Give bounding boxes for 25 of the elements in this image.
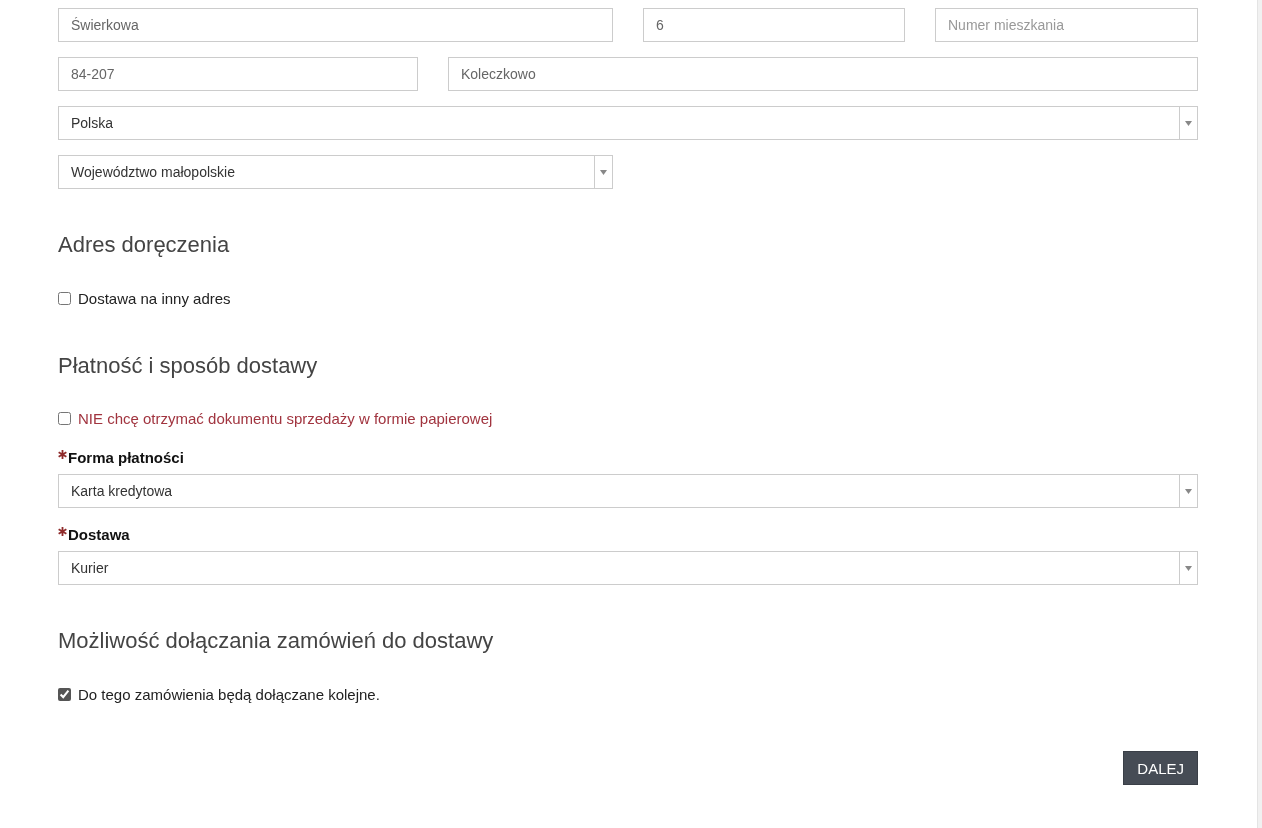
dropdown[interactable]: Województwo małopolskie <box>58 155 613 189</box>
dropdown[interactable]: Karta kredytowa <box>58 474 1198 508</box>
field-label: Forma płatności <box>68 448 184 466</box>
input-field[interactable]: Koleczkowo <box>448 57 1198 91</box>
checkbox[interactable] <box>58 687 71 701</box>
checkbox-label: Dostawa na inny adres <box>78 289 231 307</box>
caret-icon <box>1185 488 1192 494</box>
section-heading: Adres doręczenia <box>58 231 230 259</box>
section-heading: Możliwość dołączania zamówień do dostawy <box>58 627 494 655</box>
caret-icon <box>600 169 607 175</box>
caret-icon <box>1185 120 1192 126</box>
input-field[interactable]: 6 <box>643 8 905 42</box>
checkbox[interactable] <box>58 291 71 305</box>
dropdown[interactable]: Polska <box>58 106 1198 140</box>
input-field[interactable]: Świerkowa <box>58 8 613 42</box>
field-label: Dostawa <box>68 525 130 543</box>
checkbox-label: Do tego zamówienia będą dołączane kolejne. <box>78 685 380 703</box>
section-heading: Płatność i sposób dostawy <box>58 352 318 380</box>
checkbox[interactable] <box>58 411 71 425</box>
checkbox-label: NIE chcę otrzymać dokumentu sprzedaży w formie papierowej <box>78 409 493 427</box>
input-field[interactable]: 84-207 <box>58 57 418 91</box>
caret-icon <box>1185 565 1192 571</box>
dropdown[interactable]: Kurier <box>58 551 1198 585</box>
next-button[interactable]: DALEJ <box>1123 751 1198 785</box>
input-field[interactable]: Numer mieszkania <box>935 8 1198 42</box>
